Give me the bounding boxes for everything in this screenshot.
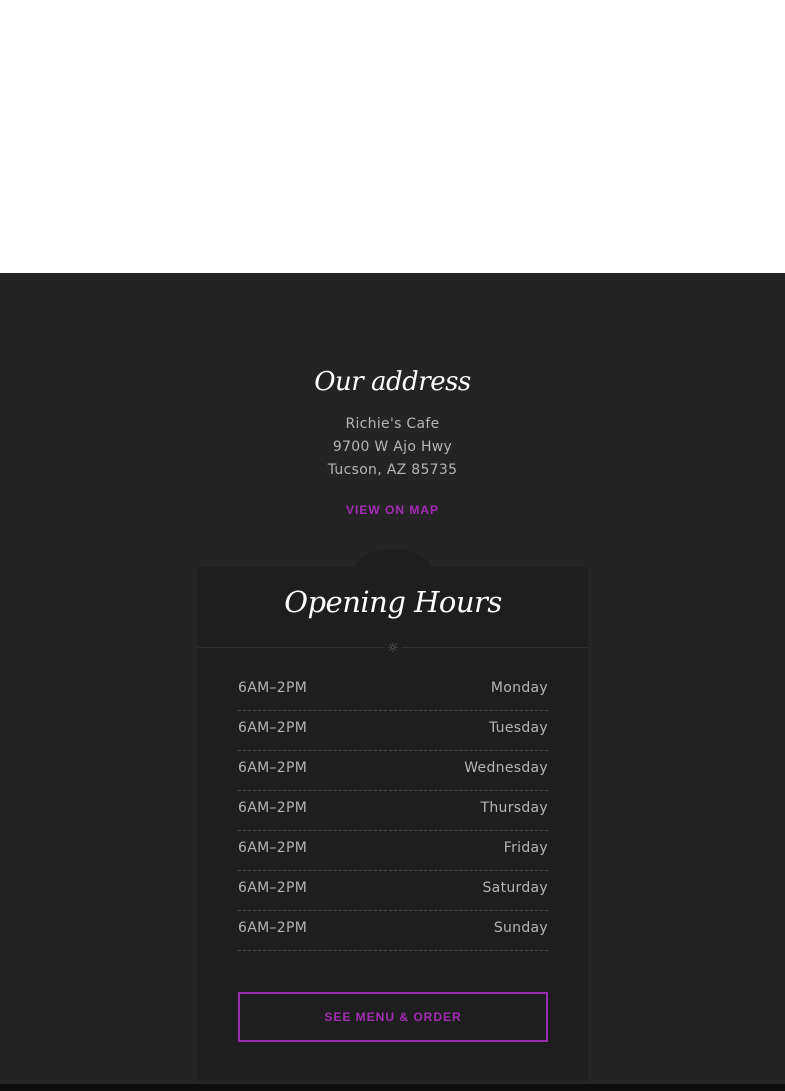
hours-day: Monday — [490, 680, 548, 696]
hours-time: 6AM–2PM — [238, 720, 308, 736]
hours-time: 6AM–2PM — [238, 880, 308, 896]
hours-row-sunday: 6AM–2PM Sunday — [238, 911, 548, 951]
address-line-city: Tucson, AZ 85735 — [327, 462, 458, 478]
hours-row-thursday: 6AM–2PM Thursday — [238, 791, 548, 831]
hours-day: Sunday — [493, 920, 548, 936]
opening-hours-card: Opening Hours ☼ 6AM–2PM Monday 6AM–2PM T… — [198, 567, 588, 1081]
hours-row-monday: 6AM–2PM Monday — [238, 671, 548, 711]
hours-heading: Opening Hours — [284, 585, 502, 619]
hours-day: Tuesday — [488, 720, 548, 736]
hours-time: 6AM–2PM — [238, 680, 308, 696]
hours-time: 6AM–2PM — [238, 920, 308, 936]
view-on-map-link[interactable]: VIEW ON MAP — [0, 503, 785, 517]
address-and-hours-section: Our address Richie's Cafe 9700 W Ajo Hwy… — [0, 273, 785, 1084]
sun-icon: ☼ — [384, 640, 402, 656]
hours-header: Opening Hours — [198, 567, 588, 648]
address-line-name: Richie's Cafe — [345, 416, 440, 432]
hours-day: Saturday — [482, 880, 548, 896]
hours-row-saturday: 6AM–2PM Saturday — [238, 871, 548, 911]
hours-time: 6AM–2PM — [238, 760, 308, 776]
see-menu-order-button[interactable]: SEE MENU & ORDER — [238, 992, 548, 1042]
address-block: Richie's Cafe 9700 W Ajo Hwy Tucson, AZ … — [0, 413, 785, 482]
hours-day: Friday — [503, 840, 548, 856]
footer-edge — [0, 1084, 785, 1091]
hours-row-wednesday: 6AM–2PM Wednesday — [238, 751, 548, 791]
hours-time: 6AM–2PM — [238, 840, 308, 856]
hours-list: 6AM–2PM Monday 6AM–2PM Tuesday 6AM–2PM W… — [238, 671, 548, 951]
hours-time: 6AM–2PM — [238, 800, 308, 816]
hours-day: Thursday — [480, 800, 548, 816]
hours-day: Wednesday — [464, 760, 548, 776]
address-line-street: 9700 W Ajo Hwy — [332, 439, 453, 455]
address-heading: Our address — [314, 367, 471, 397]
hours-row-friday: 6AM–2PM Friday — [238, 831, 548, 871]
hours-row-tuesday: 6AM–2PM Tuesday — [238, 711, 548, 751]
map-area-blank — [0, 0, 785, 273]
